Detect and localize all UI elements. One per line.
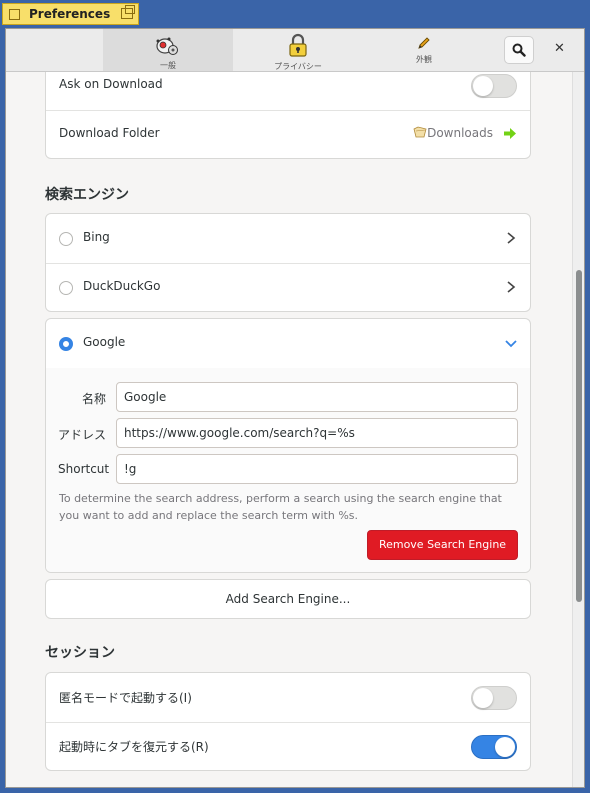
engine-name: Google [83, 335, 126, 349]
pencil-icon [418, 37, 430, 49]
engine-name: DuckDuckGo [83, 279, 161, 293]
search-button[interactable] [504, 36, 534, 64]
engine-shortcut-label: Shortcut [58, 462, 110, 476]
engine-list-card: Bing DuckDuckGo [45, 213, 531, 312]
engine-radio[interactable] [59, 232, 73, 246]
general-icon [156, 37, 178, 55]
restore-tabs-switch[interactable] [471, 735, 517, 759]
tab-general[interactable]: 一般 [103, 29, 233, 71]
maximize-icon[interactable] [121, 5, 135, 19]
downloads-card: Ask on Download Download Folder Download… [45, 72, 531, 159]
session-title: セッション [45, 645, 115, 661]
incognito-switch[interactable] [471, 686, 517, 710]
engine-address-label: アドレス [58, 428, 107, 442]
switch-knob [495, 737, 515, 757]
scrollbar[interactable] [572, 72, 584, 787]
ask-on-download-label: Ask on Download [59, 77, 163, 91]
engine-name: Bing [83, 230, 110, 244]
tab-appearance-label: 外観 [416, 55, 432, 64]
incognito-label: 匿名モードで起動する(I) [59, 691, 192, 705]
download-folder-label: Download Folder [59, 126, 160, 140]
chevron-right-icon [507, 281, 516, 293]
restore-tabs-label: 起動時にタブを復元する(R) [59, 740, 209, 754]
engine-name-field[interactable] [116, 382, 518, 412]
close-icon[interactable]: ✕ [554, 41, 565, 56]
switch-knob [473, 688, 493, 708]
engine-radio-selected[interactable] [59, 337, 73, 351]
chevron-down-icon [505, 340, 517, 348]
lock-icon [289, 33, 307, 57]
tab-appearance[interactable]: 外観 [359, 29, 489, 71]
switch-knob [473, 76, 493, 96]
ask-on-download-switch[interactable] [471, 74, 517, 98]
engine-address-field[interactable] [116, 418, 518, 448]
incognito-row: 匿名モードで起動する(I) [46, 673, 530, 723]
engine-row-bing[interactable]: Bing [46, 214, 530, 264]
header-bar: 一般 プライバシー 外観 ✕ [6, 29, 584, 72]
tab-general-label: 一般 [160, 61, 176, 70]
window-title-tab[interactable]: Preferences [2, 3, 139, 25]
folder-icon [413, 126, 427, 138]
add-search-engine-button[interactable]: Add Search Engine... [45, 579, 531, 619]
search-engines-title: 検索エンジン [45, 187, 129, 203]
add-search-engine-label: Add Search Engine... [225, 592, 351, 606]
session-card: 匿名モードで起動する(I) 起動時にタブを復元する(R) [45, 672, 531, 771]
remove-search-engine-button[interactable]: Remove Search Engine [367, 530, 518, 560]
restore-tabs-row: 起動時にタブを復元する(R) [46, 722, 530, 770]
window-menu-icon[interactable] [9, 8, 20, 20]
download-folder-row[interactable]: Download Folder Downloads [46, 110, 530, 158]
preferences-content: Ask on Download Download Folder Download… [6, 72, 572, 787]
tab-privacy-label: プライバシー [274, 62, 322, 71]
chevron-right-icon [507, 232, 516, 244]
search-icon [512, 43, 526, 57]
title-bar: Preferences [0, 0, 590, 28]
engine-name-label: 名称 [81, 392, 106, 406]
window-title: Preferences [29, 7, 111, 21]
engine-help-text: To determine the search address, perform… [59, 492, 502, 522]
download-folder-value: Downloads [427, 126, 493, 140]
engine-card-google: Google 名称 アドレス Shortcut To determine the… [45, 318, 531, 573]
engine-radio[interactable] [59, 281, 73, 295]
tab-privacy[interactable]: プライバシー [233, 29, 363, 71]
scrollbar-thumb[interactable] [576, 270, 582, 602]
arrow-right-icon [504, 128, 516, 139]
engine-row-google[interactable]: Google [46, 319, 530, 370]
engine-edit-form: 名称 アドレス Shortcut To determine the search… [46, 368, 530, 572]
preferences-window: 一般 プライバシー 外観 ✕ Ask on Download Download … [5, 28, 585, 788]
engine-row-duckduckgo[interactable]: DuckDuckGo [46, 263, 530, 311]
engine-shortcut-field[interactable] [116, 454, 518, 484]
ask-on-download-row: Ask on Download [46, 72, 530, 111]
